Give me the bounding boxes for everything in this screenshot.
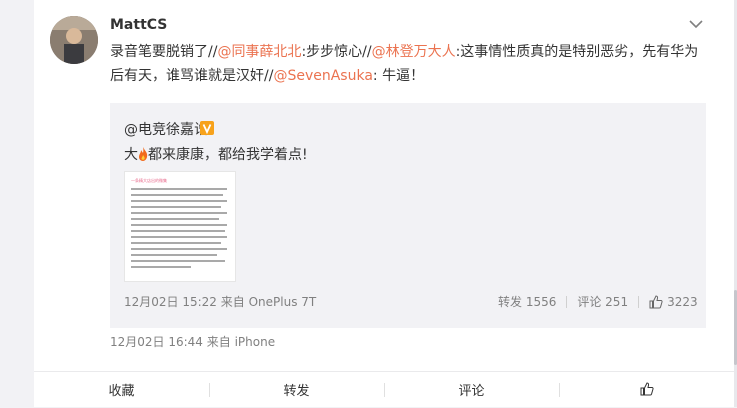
thumbnail-text-line (131, 266, 191, 268)
thumbnail-text-line (131, 206, 221, 208)
post-text-segment: 录音笔要脱销了// (110, 44, 218, 60)
thumbnail-title: 一条精大店出的微集 (131, 178, 167, 183)
post-text-segment: :步步惊心// (301, 44, 372, 60)
action-bar: 收藏 转发 评论 (34, 371, 734, 408)
repost-count-link[interactable]: 转发 1556 (498, 293, 556, 310)
thumbnail-text-line (131, 230, 225, 232)
thumbnail-text-line (131, 188, 227, 190)
repost-text-after: 都来康康，都给我学着点! (148, 147, 308, 163)
repost-button[interactable]: 转发 (209, 372, 384, 406)
repost-image-thumbnail[interactable]: 一条精大店出的微集 (124, 171, 236, 282)
repost-text-before: 大 (124, 147, 138, 163)
favorite-button[interactable]: 收藏 (34, 372, 209, 406)
repost-meta: 12月02日 15:22 来自 OnePlus 7T (124, 293, 316, 310)
repost-source: 来自 OnePlus 7T (220, 295, 317, 309)
divider (638, 295, 640, 308)
repost-block[interactable]: @电竞徐嘉诰 大都来康康，都给我学着点! 一条精大店出的微集 12月02日 15… (110, 103, 706, 328)
mention-link[interactable]: @林登万大人 (372, 44, 456, 60)
thumbnail-text-line (131, 200, 227, 202)
post-meta: 12月02日 16:44 来自 iPhone (110, 333, 275, 350)
divider (566, 295, 568, 308)
comment-button[interactable]: 评论 (384, 372, 559, 406)
post-text: 录音笔要脱销了//@同事薛北北:步步惊心//@林登万大人:这事情性质真的是特别恶… (110, 40, 710, 88)
thumbnail-text-line (131, 260, 225, 262)
like-button[interactable] (559, 372, 734, 406)
thumbnail-text-line (131, 218, 219, 220)
thumbnail-text-line (131, 194, 223, 196)
thumbnail-text-line (131, 224, 227, 226)
thumbnail-text-line (131, 242, 221, 244)
post-source: 来自 iPhone (206, 335, 276, 349)
mention-link[interactable]: @SevenAsuka (273, 68, 372, 84)
thumbs-up-icon[interactable] (649, 294, 663, 309)
thumbnail-text-line (131, 212, 227, 214)
repost-label: 转发 (283, 383, 310, 399)
mention-link[interactable]: @同事薛北北 (217, 44, 301, 60)
thumbnail-text-line (131, 254, 217, 256)
repost-timestamp[interactable]: 12月02日 15:22 (124, 295, 217, 309)
comment-label: 评论 (458, 383, 485, 399)
username[interactable]: MattCS (110, 17, 167, 33)
like-count[interactable]: 3223 (667, 295, 698, 309)
thumbs-up-icon (640, 382, 654, 396)
verified-v-icon (200, 121, 214, 135)
avatar[interactable] (50, 16, 98, 64)
fire-icon (139, 147, 148, 161)
post-text-segment: : 牛逼！ (372, 68, 425, 84)
repost-stats: 转发 1556 评论 251 3223 (498, 293, 698, 310)
favorite-label: 收藏 (108, 383, 135, 399)
repost-text: 大都来康康，都给我学着点! (124, 145, 308, 165)
repost-author[interactable]: @电竞徐嘉诰 (124, 119, 208, 139)
thumbnail-text-line (131, 236, 227, 238)
comment-count-link[interactable]: 评论 251 (577, 293, 628, 310)
thumbnail-text-line (131, 248, 227, 250)
post-timestamp[interactable]: 12月02日 16:44 (110, 335, 203, 349)
chevron-down-icon[interactable] (688, 18, 704, 30)
